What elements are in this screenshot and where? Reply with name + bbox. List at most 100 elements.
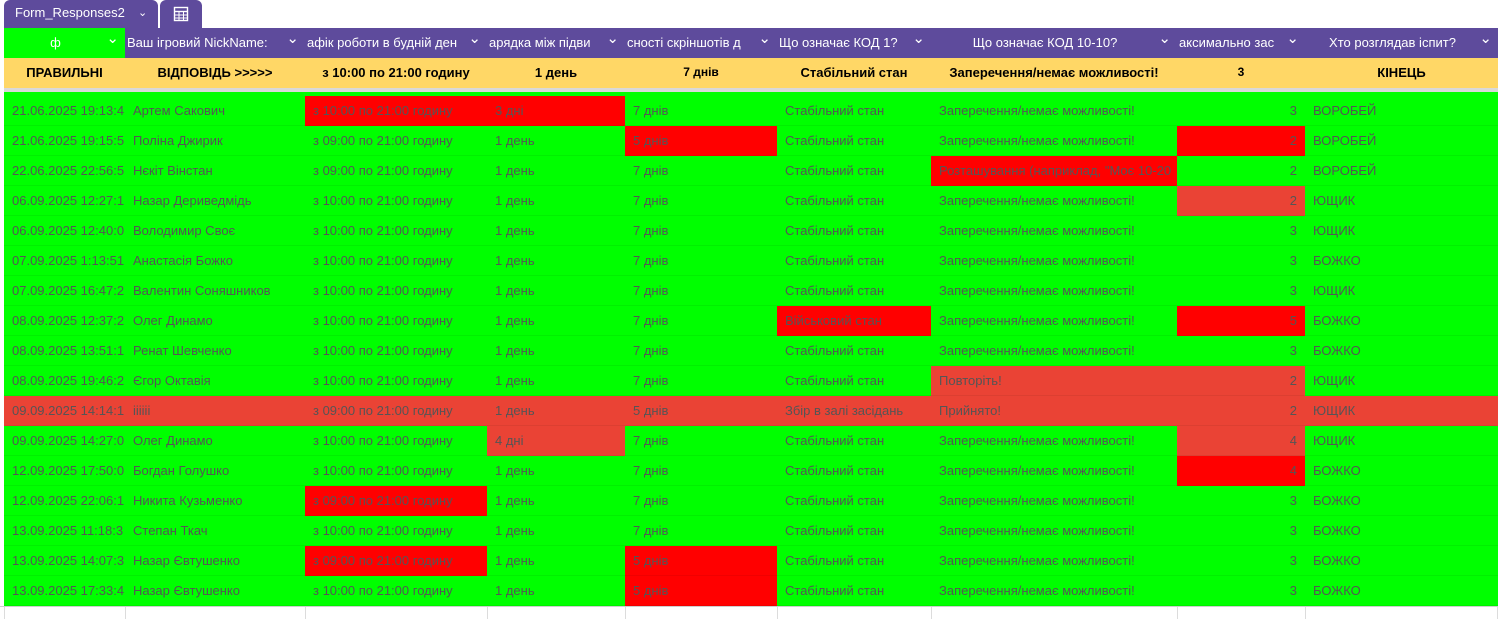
cell-schedule[interactable]: з 10:00 по 21:00 годину — [305, 426, 487, 456]
cell-code-1[interactable]: Стабільний стан — [777, 276, 931, 306]
answer-nickname[interactable]: ВІДПОВІДЬ >>>>> — [125, 58, 305, 88]
cell-reviewer[interactable]: ЮЩИК — [1305, 186, 1498, 216]
cell-charge-interval[interactable]: 1 день — [487, 156, 625, 186]
cell-reviewer[interactable]: БОЖКО — [1305, 336, 1498, 366]
chevron-down-icon[interactable]: ⌄ — [468, 28, 481, 54]
chevron-down-icon[interactable]: ⌄ — [606, 28, 619, 54]
cell-code-1[interactable]: Стабільний стан — [777, 96, 931, 126]
cell-reviewer[interactable]: ВОРОБЕЙ — [1305, 96, 1498, 126]
cell-code-10-10[interactable]: Заперечення/немає можливості! — [931, 516, 1177, 546]
cell-max[interactable]: 3 — [1177, 276, 1305, 306]
cell-screenshots[interactable]: 7 днів — [625, 426, 777, 456]
cell-charge-interval[interactable]: 1 день — [487, 246, 625, 276]
cell-nickname[interactable]: Олег Динамо — [125, 306, 305, 336]
cell-code-1[interactable]: Військовий стан — [777, 306, 931, 336]
header-nickname[interactable]: Ваш ігровий NickName: ⌄ — [125, 28, 305, 58]
cell-timestamp[interactable]: 12.09.2025 17:50:0 — [4, 456, 125, 486]
cell-reviewer[interactable]: БОЖКО — [1305, 306, 1498, 336]
cell-screenshots[interactable]: 5 днів — [625, 126, 777, 156]
header-code-10-10[interactable]: Що означає КОД 10-10? ⌄ — [931, 28, 1177, 58]
cell-screenshots[interactable]: 7 днів — [625, 186, 777, 216]
cell-nickname[interactable]: Назар Дериведмідь — [125, 186, 305, 216]
cell-code-10-10[interactable]: Заперечення/немає можливості! — [931, 336, 1177, 366]
cell-reviewer[interactable]: БОЖКО — [1305, 246, 1498, 276]
cell-screenshots[interactable]: 7 днів — [625, 216, 777, 246]
cell-charge-interval[interactable]: 1 день — [487, 276, 625, 306]
cell-reviewer[interactable]: ЮЩИК — [1305, 216, 1498, 246]
cell-code-10-10[interactable]: Заперечення/немає можливості! — [931, 456, 1177, 486]
cell-code-1[interactable]: Стабільний стан — [777, 156, 931, 186]
cell-max[interactable]: 2 — [1177, 126, 1305, 156]
cell-nickname[interactable]: Володимир Своє — [125, 216, 305, 246]
cell-nickname[interactable]: Никита Кузьменко — [125, 486, 305, 516]
cell-schedule[interactable]: з 10:00 по 21:00 годину — [305, 186, 487, 216]
cell-timestamp[interactable]: 08.09.2025 12:37:2 — [4, 306, 125, 336]
cell-timestamp[interactable]: 13.09.2025 17:33:4 — [4, 576, 125, 606]
cell-schedule[interactable]: з 09:00 по 21:00 годину — [305, 546, 487, 576]
cell-nickname[interactable]: Єгор Октавія — [125, 366, 305, 396]
cell-max[interactable]: 3 — [1177, 336, 1305, 366]
cell-schedule[interactable]: з 10:00 по 21:00 годину — [305, 576, 487, 606]
cell-nickname[interactable]: Назар Євтушенко — [125, 576, 305, 606]
cell-max[interactable]: 5 — [1177, 306, 1305, 336]
cell-screenshots[interactable]: 7 днів — [625, 306, 777, 336]
cell-max[interactable]: 2 — [1177, 186, 1305, 216]
cell-code-10-10[interactable]: Заперечення/немає можливості! — [931, 126, 1177, 156]
answer-max[interactable]: 3 — [1177, 58, 1305, 88]
cell-screenshots[interactable]: 7 днів — [625, 156, 777, 186]
cell-timestamp[interactable]: 08.09.2025 19:46:2 — [4, 366, 125, 396]
cell-code-10-10[interactable]: Заперечення/немає можливості! — [931, 186, 1177, 216]
cell-code-10-10[interactable]: Прийнято! — [931, 396, 1177, 426]
chevron-down-icon[interactable]: ⌄ — [106, 28, 119, 54]
cell-schedule[interactable]: з 09:00 по 21:00 годину — [305, 396, 487, 426]
cell-timestamp[interactable]: 09.09.2025 14:14:1 — [4, 396, 125, 426]
header-code-1[interactable]: Що означає КОД 1? ⌄ — [777, 28, 931, 58]
cell-charge-interval[interactable]: 3 дні — [487, 96, 625, 126]
answer-charge-interval[interactable]: 1 день — [487, 58, 625, 88]
cell-nickname[interactable]: Валентин Соняшников — [125, 276, 305, 306]
answer-code-1[interactable]: Стабільний стан — [777, 58, 931, 88]
cell-screenshots[interactable]: 7 днів — [625, 516, 777, 546]
cell-code-1[interactable]: Стабільний стан — [777, 546, 931, 576]
cell-screenshots[interactable]: 7 днів — [625, 96, 777, 126]
cell-screenshots[interactable]: 7 днів — [625, 276, 777, 306]
answer-reviewer[interactable]: КІНЕЦЬ — [1305, 58, 1498, 88]
header-reviewer[interactable]: Хто розглядав іспит? ⌄ — [1305, 28, 1498, 58]
chevron-down-icon[interactable]: ⌄ — [912, 28, 925, 54]
cell-code-1[interactable]: Стабільний стан — [777, 516, 931, 546]
cell-charge-interval[interactable]: 1 день — [487, 396, 625, 426]
answer-code-10-10[interactable]: Заперечення/немає можливості! — [931, 58, 1177, 88]
cell-code-10-10[interactable]: Заперечення/немає можливості! — [931, 96, 1177, 126]
cell-timestamp[interactable]: 21.06.2025 19:13:4 — [4, 96, 125, 126]
header-timestamp[interactable]: ф ⌄ — [4, 28, 125, 58]
cell-charge-interval[interactable]: 1 день — [487, 336, 625, 366]
cell-max[interactable]: 3 — [1177, 516, 1305, 546]
cell-max[interactable]: 3 — [1177, 546, 1305, 576]
cell-charge-interval[interactable]: 1 день — [487, 576, 625, 606]
cell-schedule[interactable]: з 10:00 по 21:00 годину — [305, 366, 487, 396]
cell-nickname[interactable]: Степан Ткач — [125, 516, 305, 546]
sheet-tab[interactable]: Form_Responses2 ⌄ — [4, 0, 158, 28]
table-view-button[interactable] — [160, 0, 202, 28]
cell-timestamp[interactable]: 06.09.2025 12:40:0 — [4, 216, 125, 246]
cell-timestamp[interactable]: 22.06.2025 22:56:5 — [4, 156, 125, 186]
cell-code-10-10[interactable]: Заперечення/немає можливості! — [931, 546, 1177, 576]
cell-timestamp[interactable]: 13.09.2025 11:18:3 — [4, 516, 125, 546]
cell-timestamp[interactable]: 12.09.2025 22:06:1 — [4, 486, 125, 516]
cell-max[interactable]: 3 — [1177, 246, 1305, 276]
cell-timestamp[interactable]: 13.09.2025 14:07:3 — [4, 546, 125, 576]
answer-timestamp[interactable]: ПРАВИЛЬНІ — [4, 58, 125, 88]
cell-screenshots[interactable]: 7 днів — [625, 366, 777, 396]
cell-screenshots[interactable]: 7 днів — [625, 246, 777, 276]
cell-code-1[interactable]: Стабільний стан — [777, 216, 931, 246]
cell-max[interactable]: 4 — [1177, 426, 1305, 456]
cell-screenshots[interactable]: 7 днів — [625, 456, 777, 486]
cell-nickname[interactable]: Богдан Голушко — [125, 456, 305, 486]
chevron-down-icon[interactable]: ⌄ — [1286, 28, 1299, 54]
cell-schedule[interactable]: з 10:00 по 21:00 годину — [305, 456, 487, 486]
cell-charge-interval[interactable]: 1 день — [487, 126, 625, 156]
cell-nickname[interactable]: Нєкіт Вінстан — [125, 156, 305, 186]
cell-reviewer[interactable]: БОЖКО — [1305, 516, 1498, 546]
header-charge-interval[interactable]: арядка між підви ⌄ — [487, 28, 625, 58]
header-max[interactable]: аксимально зас ⌄ — [1177, 28, 1305, 58]
